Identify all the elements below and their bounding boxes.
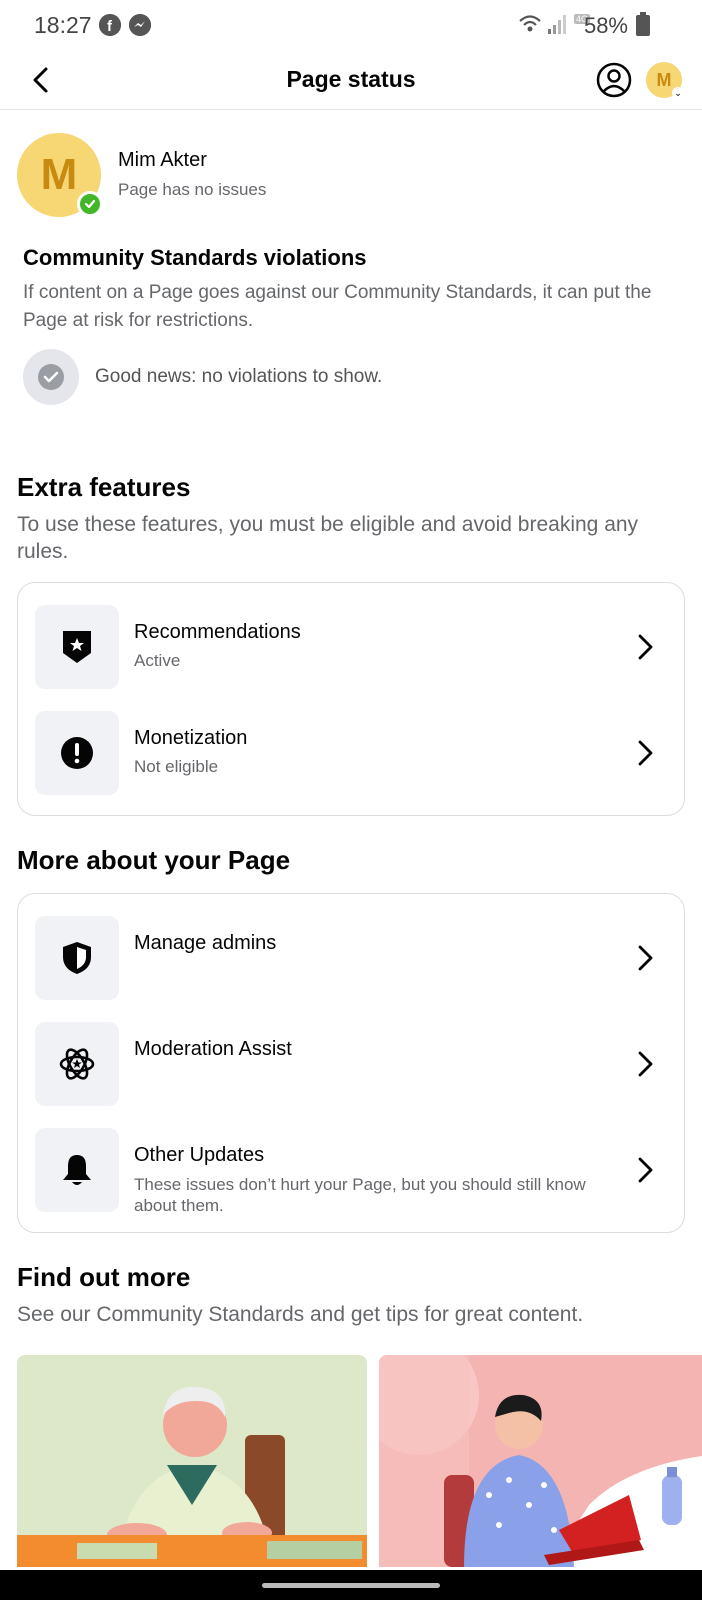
- battery-icon: [636, 12, 650, 36]
- violations-section: Community Standards violations If conten…: [23, 245, 683, 405]
- page-name: Mim Akter: [118, 149, 207, 171]
- list-item-moderation-assist[interactable]: Moderation Assist: [35, 1022, 669, 1106]
- item-subtitle: Not eligible: [134, 757, 219, 776]
- page-switcher-avatar[interactable]: M ⌄: [646, 62, 684, 99]
- profile-button[interactable]: [596, 62, 632, 98]
- more-about-title: More about your Page: [17, 845, 291, 875]
- signal-icon: [547, 14, 569, 39]
- item-title: Manage admins: [134, 932, 277, 954]
- item-subtitle: Active: [134, 651, 181, 670]
- extra-features-card: Recommendations Active Monetization Not …: [17, 582, 685, 816]
- messenger-notification-icon: [129, 14, 151, 36]
- wifi-icon: [518, 13, 542, 40]
- illustration-woman-with-laptop: [379, 1355, 702, 1567]
- no-violations-text: Good news: no violations to show.: [95, 366, 383, 387]
- chevron-down-icon: ⌄: [672, 87, 684, 99]
- check-circle-icon: [23, 349, 79, 405]
- tip-card-great-content[interactable]: [379, 1355, 702, 1567]
- bell-icon: [35, 1128, 119, 1212]
- find-out-more-header: Find out more See our Community Standard…: [17, 1262, 685, 1328]
- violations-title: Community Standards violations: [23, 245, 367, 270]
- facebook-notification-icon: f: [99, 14, 121, 36]
- chevron-right-icon: [627, 1046, 663, 1082]
- star-shield-icon: [35, 605, 119, 689]
- status-time: 18:27: [34, 12, 92, 38]
- extra-features-header: Extra features To use these features, yo…: [17, 472, 685, 565]
- extra-features-title: Extra features: [17, 472, 191, 502]
- atom-star-icon: [35, 1022, 119, 1106]
- item-title: Other Updates: [134, 1144, 265, 1166]
- violations-description: If content on a Page goes against our Co…: [23, 282, 652, 331]
- more-about-card: Manage admins Moderation Assist Other Up…: [17, 893, 685, 1233]
- no-violations-row: Good news: no violations to show.: [23, 349, 382, 405]
- item-title: Recommendations: [134, 621, 301, 643]
- item-title: Moderation Assist: [134, 1038, 292, 1060]
- top-navigation: Page status M ⌄: [0, 52, 702, 110]
- tips-carousel[interactable]: [17, 1355, 702, 1567]
- shield-icon: [35, 916, 119, 1000]
- page-header: M Mim Akter Page has no issues: [17, 133, 677, 219]
- home-indicator[interactable]: [262, 1583, 440, 1588]
- chevron-right-icon: [627, 1152, 663, 1188]
- page-status-text: Page has no issues: [118, 180, 267, 199]
- list-item-monetization[interactable]: Monetization Not eligible: [35, 711, 669, 795]
- list-item-manage-admins[interactable]: Manage admins: [35, 916, 669, 1000]
- exclamation-circle-icon: [35, 711, 119, 795]
- find-out-more-description: See our Community Standards and get tips…: [17, 1303, 584, 1326]
- list-item-recommendations[interactable]: Recommendations Active: [35, 605, 669, 689]
- tip-card-community-standards[interactable]: [17, 1355, 367, 1567]
- status-bar: 18:27 f 4G 58%: [0, 0, 702, 52]
- page-avatar-letter: M: [40, 150, 78, 199]
- item-subtitle: These issues don’t hurt your Page, but y…: [134, 1175, 586, 1215]
- list-item-other-updates[interactable]: Other Updates These issues don’t hurt yo…: [35, 1128, 669, 1215]
- item-title: Monetization: [134, 727, 248, 749]
- more-about-header: More about your Page: [17, 845, 685, 876]
- find-out-more-title: Find out more: [17, 1262, 191, 1292]
- page-switcher-avatar-letter: M: [656, 69, 672, 90]
- illustration-man-at-desk: [17, 1355, 367, 1567]
- chevron-right-icon: [627, 629, 663, 665]
- chevron-right-icon: [627, 940, 663, 976]
- system-navigation-bar: [0, 1570, 702, 1600]
- chevron-right-icon: [627, 735, 663, 771]
- check-badge-icon: [77, 191, 103, 217]
- extra-features-description: To use these features, you must be eligi…: [17, 513, 639, 563]
- user-circle-icon: [596, 62, 632, 98]
- battery-percent: 58%: [583, 13, 628, 38]
